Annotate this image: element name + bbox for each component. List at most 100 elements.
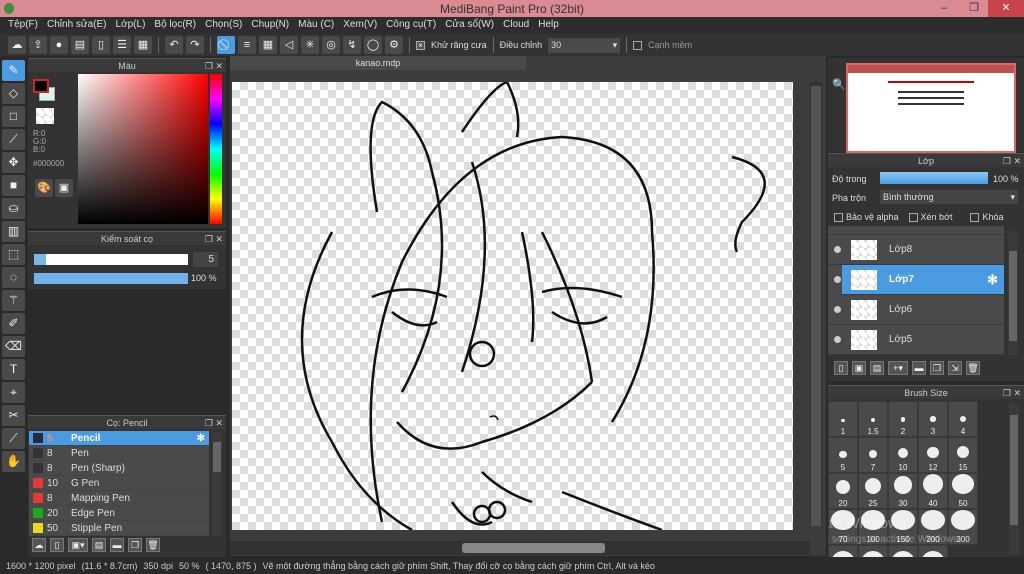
new-layer-icon[interactable]: ▯ xyxy=(834,361,848,375)
comment-icon[interactable]: ● xyxy=(50,36,68,54)
menu-item[interactable]: Help xyxy=(536,17,566,34)
minimize-button[interactable]: – xyxy=(930,0,958,17)
layer-row[interactable]: Lớp5 xyxy=(828,325,1004,355)
new-1bit-layer-icon[interactable]: ▤ xyxy=(870,361,884,375)
brush-size-option[interactable] xyxy=(918,545,948,557)
brush-size-option[interactable]: 1.5 xyxy=(858,401,888,437)
add-layer-dropdown-icon[interactable]: +▾ xyxy=(888,361,908,375)
menu-item[interactable]: Bộ lọc(R) xyxy=(152,17,203,34)
eraser-tool-icon[interactable]: ◇ xyxy=(2,83,25,104)
layer-row-body[interactable]: Lớp5 xyxy=(828,325,1004,355)
visibility-icon[interactable] xyxy=(834,306,841,313)
snap-off-icon[interactable]: ⃠ xyxy=(217,36,235,54)
layer-row-body[interactable]: Lớp7 ✻ xyxy=(842,265,1004,295)
grid-edit-icon[interactable]: ▦ xyxy=(134,36,152,54)
layer-row[interactable]: Lớp8 xyxy=(828,235,1004,265)
zoom-icon[interactable]: 🔍 xyxy=(832,78,846,91)
menu-item[interactable]: Cửa sổ(W) xyxy=(443,17,501,34)
delete-layer-icon[interactable]: 🗑 xyxy=(966,361,980,375)
vertical-scrollbar[interactable] xyxy=(810,82,822,526)
saturation-value-picker[interactable] xyxy=(78,74,208,224)
maximize-button[interactable]: ❐ xyxy=(960,0,988,17)
dot-tool-icon[interactable]: ⟋ xyxy=(2,129,25,150)
brush-size-option[interactable]: 4 xyxy=(948,401,978,437)
cloud-icon[interactable]: ☁ xyxy=(8,36,26,54)
document-tab[interactable]: kanao.mdp xyxy=(230,56,526,70)
panel-close-icon[interactable]: ❐ ✕ xyxy=(205,59,223,73)
brush-size-option[interactable] xyxy=(828,545,858,557)
new-halftone-layer-icon[interactable]: ▣ xyxy=(852,361,866,375)
adjust-dropdown[interactable]: 30 ▾ xyxy=(548,37,621,53)
select-eraser-tool-icon[interactable]: ⌫ xyxy=(2,336,25,357)
brush-size-option[interactable]: 10 xyxy=(888,437,918,473)
snap-circle-icon[interactable]: ◎ xyxy=(322,36,340,54)
chat-icon[interactable]: ▤ xyxy=(71,36,89,54)
panel-close-icon[interactable]: ❐ ✕ xyxy=(1003,154,1021,168)
visibility-icon[interactable] xyxy=(834,246,841,253)
brush-size-slider[interactable] xyxy=(34,254,188,265)
cloud-brush-icon[interactable]: ☁ xyxy=(32,538,46,552)
brush-size-option[interactable]: 15 xyxy=(948,437,978,473)
brush-opacity-slider[interactable] xyxy=(34,273,188,284)
lock-checkbox[interactable]: Khóa xyxy=(970,212,1004,223)
snap-perspective-icon[interactable]: ◁ xyxy=(280,36,298,54)
menu-item[interactable]: Lớp(L) xyxy=(114,17,153,34)
add-brush-dropdown-icon[interactable]: ▣▾ xyxy=(68,538,88,552)
panel-close-icon[interactable]: ❐ ✕ xyxy=(205,232,223,246)
hue-slider[interactable] xyxy=(210,74,222,224)
brush-size-option[interactable]: 40 xyxy=(918,473,948,509)
brush-size-option[interactable]: 7 xyxy=(858,437,888,473)
gear-icon[interactable]: ✻ xyxy=(987,272,998,288)
layer-folder-icon[interactable]: ▬ xyxy=(912,361,926,375)
share-icon[interactable]: ⇪ xyxy=(29,36,47,54)
brush-size-option[interactable]: 50 xyxy=(948,473,978,509)
folder-icon[interactable]: ▬ xyxy=(110,538,124,552)
protect-alpha-checkbox[interactable]: Bảo vệ alpha xyxy=(834,212,899,223)
antialias-checkbox[interactable]: × xyxy=(416,40,425,50)
select-pen-tool-icon[interactable]: ✐ xyxy=(2,313,25,334)
menu-item[interactable]: Màu (C) xyxy=(296,17,341,34)
brush-item[interactable]: 8 Pen xyxy=(29,446,209,461)
brush-size-option[interactable]: 2 xyxy=(888,401,918,437)
brush-size-option[interactable] xyxy=(888,545,918,557)
duplicate-layer-icon[interactable]: ❐ xyxy=(930,361,944,375)
menu-item[interactable]: Chọn(S) xyxy=(203,17,249,34)
brush-size-option[interactable]: 5 xyxy=(828,437,858,473)
snap-settings-icon[interactable]: ⚙ xyxy=(385,36,403,54)
text-tool-icon[interactable]: T xyxy=(2,359,25,380)
brush-item[interactable]: 20 Edge Pen xyxy=(29,506,209,521)
merge-layer-icon[interactable]: ⇲ xyxy=(948,361,962,375)
color-history-icon[interactable]: ▣ xyxy=(55,179,73,197)
brush-size-scrollbar[interactable] xyxy=(1009,403,1019,555)
close-button[interactable]: ✕ xyxy=(988,0,1024,17)
snap-ellipse-icon[interactable]: ◯ xyxy=(364,36,382,54)
brush-size-option[interactable] xyxy=(858,545,888,557)
divide-tool-icon[interactable]: ✂ xyxy=(2,405,25,426)
visibility-icon[interactable] xyxy=(834,276,841,283)
menu-item[interactable]: Cloud xyxy=(501,17,536,34)
brush-item[interactable]: 8 Pen (Sharp) xyxy=(29,461,209,476)
menu-item[interactable]: Xem(V) xyxy=(341,17,384,34)
snap-curve-icon[interactable]: ↯ xyxy=(343,36,361,54)
soft-edge-checkbox[interactable] xyxy=(633,40,643,50)
layer-opacity-slider[interactable] xyxy=(880,172,988,184)
clipping-checkbox[interactable]: Xén bớt xyxy=(908,212,952,223)
bucket-tool-icon[interactable]: ⛀ xyxy=(2,198,25,219)
menu-item[interactable]: Tệp(F) xyxy=(6,17,45,34)
snap-parallel-icon[interactable]: ≡ xyxy=(238,36,256,54)
blend-mode-dropdown[interactable]: Bình thường ▾ xyxy=(880,190,1018,204)
hand-tool-icon[interactable]: ✋ xyxy=(2,451,25,472)
horizontal-scrollbar[interactable] xyxy=(230,541,810,555)
brush-settings-icon[interactable]: ▤ xyxy=(92,538,106,552)
redo-icon[interactable]: ↷ xyxy=(186,36,204,54)
fill-rect-tool-icon[interactable]: ■ xyxy=(2,175,25,196)
menu-item[interactable]: Chỉnh sửa(E) xyxy=(45,17,114,34)
menu-item[interactable]: Công cụ(T) xyxy=(384,17,443,34)
eyedropper-tool-icon[interactable]: ⟋ xyxy=(2,428,25,449)
brush-tool-icon[interactable]: ✎ xyxy=(2,60,25,81)
snap-grid-icon[interactable]: ▦ xyxy=(259,36,277,54)
brush-item[interactable]: 50 Stipple Pen xyxy=(29,521,209,536)
list-icon[interactable]: ☰ xyxy=(113,36,131,54)
layer-list-scrollbar[interactable] xyxy=(1008,231,1018,355)
lasso-tool-icon[interactable]: ◌ xyxy=(2,267,25,288)
